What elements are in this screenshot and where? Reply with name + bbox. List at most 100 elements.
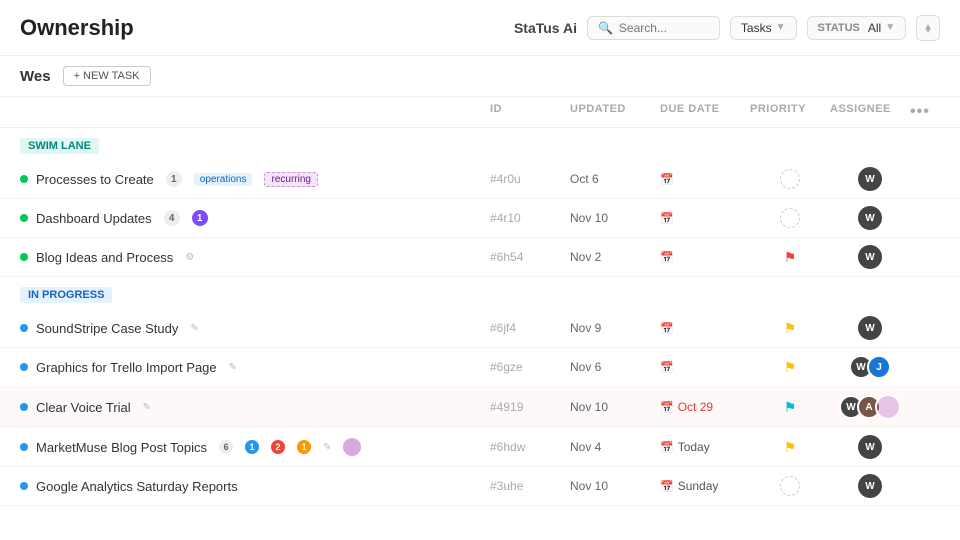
flag-yellow-icon: ⚑ [784,439,797,456]
assignee-cell: W [830,316,910,340]
status-filter[interactable]: STATUS All ▼ [807,16,907,40]
task-name[interactable]: Google Analytics Saturday Reports [36,479,238,494]
task-name[interactable]: Graphics for Trello Import Page [36,360,217,375]
avatar: W [858,316,882,340]
task-updated: Nov 4 [570,440,660,454]
task-due-date: 📅 [660,251,750,264]
edit-icon[interactable]: ✎ [229,362,237,373]
avatar-purple-blob [875,394,901,420]
task-due-date: 📅 [660,322,750,335]
table-row: Graphics for Trello Import Page ✎ #6gze … [0,348,960,387]
status-dot [20,175,28,183]
task-due-date: 📅 [660,361,750,374]
flag-yellow-icon: ⚑ [784,359,797,376]
tag-recurring: recurring [264,172,317,187]
col-due-date: DUE DATE [660,103,750,121]
calendar-icon: 📅 [660,251,674,264]
due-date-overdue: Oct 29 [678,400,713,414]
task-name[interactable]: Dashboard Updates [36,211,152,226]
task-id: #4r0u [490,172,570,186]
tasks-dropdown[interactable]: Tasks ▼ [730,16,797,40]
tag-operations: operations [194,173,253,186]
status-dot [20,324,28,332]
user-name: Wes [20,68,51,85]
task-id: #6h54 [490,250,570,264]
table-row: Blog Ideas and Process ⚙ #6h54 Nov 2 📅 ⚑… [0,238,960,277]
task-id: #4919 [490,400,570,414]
assignee-cell: W [830,206,910,230]
table-row: Google Analytics Saturday Reports #3uhe … [0,467,960,506]
status-dot [20,214,28,222]
flag-red-icon: ⚑ [784,249,797,266]
task-name[interactable]: Clear Voice Trial [36,400,131,415]
flag-cyan-icon: ⚑ [784,399,797,416]
search-icon: 🔍 [598,21,613,35]
calendar-overdue-icon: 📅 [660,401,674,414]
task-updated: Nov 2 [570,250,660,264]
tasks-label: Tasks [741,21,772,35]
status-dot [20,443,28,451]
avatar: W [858,435,882,459]
edit-icon[interactable]: ✎ [323,442,331,453]
flag-yellow-icon: ⚑ [784,320,797,337]
assignee-cell: W [830,245,910,269]
task-name[interactable]: SoundStripe Case Study [36,321,178,336]
avatar-group: W J [849,355,891,379]
priority-cell: ⚑ [750,249,830,266]
table-header: ID UPDATED DUE DATE PRIORITY ASSIGNEE ••… [0,97,960,128]
badge-orange: 1 [297,440,311,454]
task-updated: Nov 9 [570,321,660,335]
badge-count: 6 [219,440,233,454]
task-name-cell: SoundStripe Case Study ✎ [20,321,490,336]
search-bar[interactable]: 🔍 [587,16,720,40]
header-controls: StaTus Ai 🔍 Tasks ▼ STATUS All ▼ ⬧ [514,15,940,41]
task-updated: Nov 10 [570,400,660,414]
status-dot [20,403,28,411]
assignee-cell: W [830,167,910,191]
table-row: MarketMuse Blog Post Topics 6 1 2 1 ✎ #6… [0,428,960,467]
badge-purple: 1 [192,210,208,226]
task-updated: Nov 10 [570,211,660,225]
table-row: Processes to Create 1 operations recurri… [0,160,960,199]
edit-icon[interactable]: ⚙ [185,252,194,263]
task-due-date: 📅 Today [660,440,750,454]
task-name[interactable]: Blog Ideas and Process [36,250,173,265]
search-input[interactable] [619,21,709,35]
edit-icon[interactable]: ✎ [143,402,151,413]
page-title: Ownership [20,15,134,41]
app-name: StaTus Ai [514,20,577,36]
table-row: Dashboard Updates 4 1 #4r10 Nov 10 📅 W [0,199,960,238]
priority-cell [750,476,830,496]
filter-button[interactable]: ⬧ [916,15,940,41]
header: Ownership StaTus Ai 🔍 Tasks ▼ STATUS All… [0,0,960,56]
avatar: W [858,206,882,230]
priority-icon [780,169,800,189]
assignee-cell: W [830,474,910,498]
priority-cell: ⚑ [750,359,830,376]
task-name-cell: Dashboard Updates 4 1 [20,210,490,226]
priority-icon [780,476,800,496]
task-due-date: 📅 [660,173,750,186]
table-row: Clear Voice Trial ✎ #4919 Nov 10 📅 Oct 2… [0,387,960,428]
calendar-icon: 📅 [660,480,674,493]
edit-icon[interactable]: ✎ [190,323,198,334]
new-task-button[interactable]: + NEW TASK [63,66,151,86]
assignee-cell: W J [830,355,910,379]
badge-blue: 1 [245,440,259,454]
sub-header: Wes + NEW TASK [0,56,960,97]
more-options-icon[interactable]: ••• [910,103,930,120]
chevron-down-icon: ▼ [885,22,895,33]
priority-cell: ⚑ [750,439,830,456]
task-name[interactable]: MarketMuse Blog Post Topics [36,440,207,455]
col-id: ID [490,103,570,121]
col-priority: PRIORITY [750,103,830,121]
status-dot [20,253,28,261]
task-name[interactable]: Processes to Create [36,172,154,187]
col-assignee: ASSIGNEE [830,103,910,121]
task-updated: Nov 10 [570,479,660,493]
task-id: #6gze [490,360,570,374]
task-name-cell: Graphics for Trello Import Page ✎ [20,360,490,375]
col-more: ••• [910,103,940,121]
assignee-cell: W [830,435,910,459]
task-name-cell: Processes to Create 1 operations recurri… [20,171,490,187]
